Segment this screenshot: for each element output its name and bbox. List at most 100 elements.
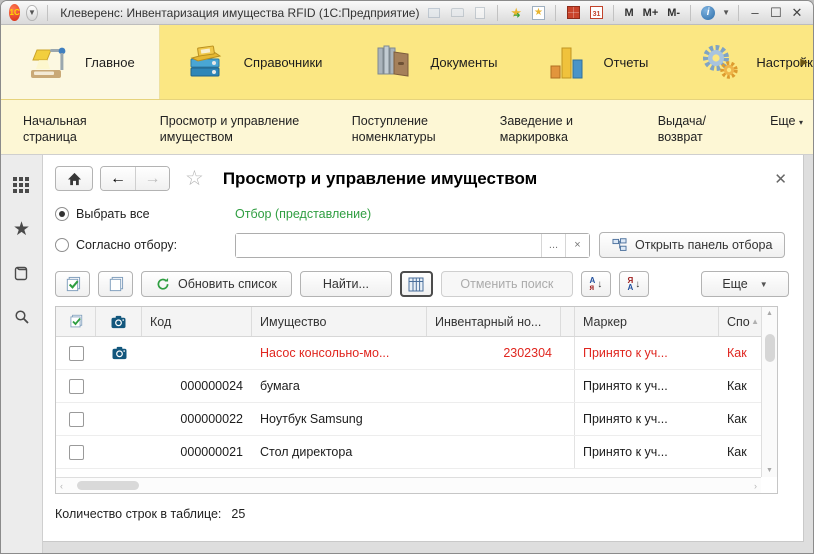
scroll-up-icon[interactable]: ▲ bbox=[766, 307, 773, 320]
divider bbox=[497, 5, 498, 21]
clear-button[interactable]: × bbox=[565, 234, 589, 257]
tab-reports[interactable]: Отчеты bbox=[521, 25, 672, 99]
scroll-down-icon[interactable]: ▼ bbox=[766, 464, 773, 477]
forward-button[interactable]: → bbox=[135, 167, 169, 190]
filter-presentation-link[interactable]: Отбор (представление) bbox=[235, 207, 789, 221]
select-all-icon bbox=[68, 314, 83, 329]
tab-catalogs[interactable]: Справочники bbox=[160, 25, 347, 99]
cell-code bbox=[142, 337, 252, 369]
more-actions-button[interactable]: Еще ▼ bbox=[701, 271, 789, 297]
sort-desc-icon: ЯА bbox=[628, 277, 634, 291]
header-inventory[interactable]: Инвентарный но... bbox=[427, 307, 561, 336]
row-checkbox[interactable] bbox=[69, 346, 84, 361]
favorite-toggle-icon[interactable]: ☆ bbox=[185, 166, 204, 191]
home-button[interactable] bbox=[55, 166, 93, 191]
tab-main[interactable]: Главное bbox=[1, 25, 160, 99]
tab-settings[interactable]: Настройки bbox=[672, 25, 814, 99]
scroll-right-icon[interactable]: › bbox=[754, 481, 757, 491]
refresh-list-button[interactable]: Обновить список bbox=[141, 271, 292, 297]
table-row[interactable]: 000000021 Стол директора Принято к уч...… bbox=[56, 436, 761, 469]
subnav-item-view-manage[interactable]: Просмотр и управление имуществом bbox=[160, 113, 322, 154]
subnav-item-marking[interactable]: Заведение и маркировка bbox=[500, 113, 628, 154]
window-title: Клеверенс: Инвентаризация имущества RFID… bbox=[60, 6, 419, 20]
sort-indicator-icon: ▲ bbox=[751, 317, 759, 326]
header-marker[interactable]: Маркер bbox=[575, 307, 719, 336]
subnav-item-issue-return[interactable]: Выдача/возврат bbox=[658, 113, 740, 154]
memory-minus-button[interactable]: M- bbox=[665, 7, 682, 19]
find-button[interactable]: Найти... bbox=[300, 271, 392, 297]
memory-button[interactable]: M bbox=[622, 7, 635, 19]
header-code[interactable]: Код bbox=[142, 307, 252, 336]
table-row[interactable]: Насос консольно-мо... 2302304 Принято к … bbox=[56, 337, 761, 370]
row-checkbox[interactable] bbox=[69, 379, 84, 394]
scroll-left-icon[interactable]: ‹ bbox=[60, 481, 63, 491]
add-favorite-icon[interactable]: ★➜ bbox=[506, 4, 524, 22]
scrollbar-thumb[interactable] bbox=[765, 334, 775, 362]
info-dropdown-icon[interactable]: ▼ bbox=[722, 8, 730, 17]
maximize-button[interactable]: ☐ bbox=[768, 5, 784, 21]
cell-spacer bbox=[561, 403, 575, 435]
cell-code: 000000024 bbox=[142, 370, 252, 402]
search-icon[interactable] bbox=[12, 307, 32, 327]
select-all-rows-button[interactable] bbox=[55, 271, 90, 297]
cell-method: Как bbox=[719, 403, 761, 435]
print-preview-icon[interactable] bbox=[471, 4, 489, 22]
table-row[interactable]: 000000022 Ноутбук Samsung Принято к уч..… bbox=[56, 403, 761, 436]
radio-by-filter-label: Согласно отбору: bbox=[76, 238, 177, 252]
table-row[interactable]: 000000024 бумага Принято к уч... Как bbox=[56, 370, 761, 403]
form-close-icon[interactable]: ✕ bbox=[774, 170, 789, 188]
unselect-all-rows-button[interactable] bbox=[98, 271, 133, 297]
radio-by-filter[interactable]: Согласно отбору: bbox=[55, 238, 235, 252]
chevron-down-icon: ▾ bbox=[799, 118, 803, 127]
subnav-item-receipt[interactable]: Поступление номенклатуры bbox=[352, 113, 470, 154]
cell-method: Как bbox=[719, 436, 761, 468]
window-menu-button[interactable]: ▼ bbox=[26, 5, 37, 21]
header-select-column[interactable] bbox=[56, 307, 96, 336]
ribbon-overflow-icon[interactable]: ▶ bbox=[800, 57, 808, 68]
calendar-icon[interactable]: 31 bbox=[587, 4, 605, 22]
scrollbar-thumb[interactable] bbox=[77, 481, 139, 490]
minimize-button[interactable]: – bbox=[747, 5, 763, 20]
all-functions-icon[interactable] bbox=[12, 175, 32, 195]
memory-plus-button[interactable]: M+ bbox=[641, 7, 661, 19]
open-filter-panel-button[interactable]: Открыть панель отбора bbox=[599, 232, 785, 258]
more-actions-label: Еще bbox=[722, 277, 747, 291]
tab-label: Главное bbox=[85, 55, 135, 70]
favorites-sidebar-icon[interactable]: ★ bbox=[12, 219, 32, 239]
filter-value-input[interactable] bbox=[236, 234, 541, 257]
view-mode-button[interactable] bbox=[400, 271, 433, 297]
vertical-scrollbar[interactable]: ▲ ▼ bbox=[761, 307, 777, 477]
header-method[interactable]: Спо ▲ bbox=[719, 307, 761, 336]
save-icon[interactable] bbox=[425, 4, 443, 22]
subnav-item-more[interactable]: Еще ▾ bbox=[770, 113, 803, 154]
back-button[interactable]: ← bbox=[101, 167, 135, 190]
cell-marker: Принято к уч... bbox=[575, 337, 719, 369]
cancel-search-label: Отменить поиск bbox=[460, 277, 553, 291]
choose-button[interactable]: ... bbox=[541, 234, 565, 257]
camera-icon bbox=[111, 315, 126, 329]
cell-inventory bbox=[427, 436, 561, 468]
divider bbox=[613, 5, 614, 21]
print-icon[interactable] bbox=[448, 4, 466, 22]
tab-label: Отчеты bbox=[603, 55, 648, 70]
divider bbox=[690, 5, 691, 21]
row-checkbox[interactable] bbox=[69, 412, 84, 427]
arrow-down-icon: ↓ bbox=[635, 279, 640, 290]
cancel-search-button[interactable]: Отменить поиск bbox=[441, 271, 573, 297]
radio-select-all[interactable]: Выбрать все bbox=[55, 207, 235, 221]
sort-ascending-button[interactable]: Ая ↓ bbox=[581, 271, 611, 297]
main-area: ★ ← → ☆ Просмотр и упра bbox=[1, 155, 813, 553]
close-button[interactable]: ✕ bbox=[789, 5, 805, 21]
info-icon[interactable]: i bbox=[699, 4, 717, 22]
open-filter-panel-label: Открыть панель отбора bbox=[635, 238, 772, 252]
header-asset[interactable]: Имущество bbox=[252, 307, 427, 336]
calculator-icon[interactable] bbox=[564, 4, 582, 22]
history-icon[interactable] bbox=[12, 263, 32, 283]
tab-documents[interactable]: Документы bbox=[346, 25, 521, 99]
horizontal-scrollbar[interactable]: ‹ › bbox=[56, 477, 761, 493]
favorites-icon[interactable]: ★ bbox=[529, 4, 547, 22]
row-checkbox[interactable] bbox=[69, 445, 84, 460]
header-photo-column[interactable] bbox=[96, 307, 142, 336]
sort-descending-button[interactable]: ЯА ↓ bbox=[619, 271, 649, 297]
subnav-item-home[interactable]: Начальная страница bbox=[23, 113, 130, 154]
